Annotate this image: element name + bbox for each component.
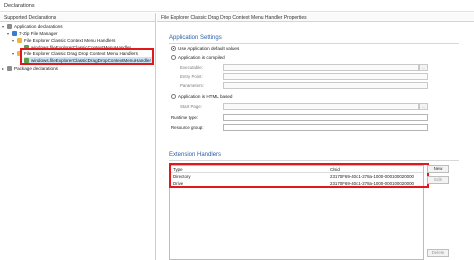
app-icon xyxy=(12,31,17,36)
tree-item-package-declarations[interactable]: ▸ Package declarations xyxy=(2,65,58,72)
new-button[interactable]: New xyxy=(427,165,449,173)
executable-field[interactable] xyxy=(223,64,419,71)
radio-icon xyxy=(171,55,176,60)
properties-pane: File Explorer Classic Drag Drop Context … xyxy=(157,13,474,260)
runtime-type-label: Runtime type: xyxy=(171,115,199,120)
start-page-browse-button[interactable]: ... xyxy=(419,103,428,110)
tree-pane-header: Supported Declarations xyxy=(0,13,155,22)
app-html-radio[interactable]: Application is HTML based xyxy=(171,94,232,100)
radio-icon xyxy=(171,94,176,99)
tree-pane-title: Supported Declarations xyxy=(4,15,57,21)
extension-handlers-divider xyxy=(169,160,459,161)
browse-button[interactable]: ... xyxy=(419,64,428,71)
extension-handlers-title: Extension Handlers xyxy=(169,152,222,158)
annotation-highlight-table xyxy=(169,163,429,188)
use-default-radio[interactable]: Use Application default values xyxy=(171,46,239,52)
entry-point-label: Entry Point: xyxy=(180,74,203,79)
parameters-label: Parameters: xyxy=(180,83,204,88)
properties-pane-title: File Explorer Classic Drag Drop Context … xyxy=(161,15,307,21)
entry-point-field[interactable] xyxy=(223,73,428,80)
tree-item-context-menu-handlers[interactable]: ▾ File Explorer Classic Context Menu Hand… xyxy=(12,37,115,44)
runtime-type-field[interactable] xyxy=(223,114,428,121)
executable-label: Executable: xyxy=(180,65,203,70)
declarations-tree-pane: Supported Declarations ▾ Application decl… xyxy=(0,13,156,260)
properties-pane-header: File Explorer Classic Drag Drop Context … xyxy=(157,13,474,22)
parameters-field[interactable] xyxy=(223,82,428,89)
folder-icon xyxy=(7,24,12,29)
annotation-highlight-tree xyxy=(20,48,154,65)
window-title: Declarations xyxy=(4,3,35,9)
resource-group-field[interactable] xyxy=(223,124,428,131)
app-settings-divider xyxy=(169,43,459,44)
resource-group-label: Resource group: xyxy=(171,125,204,130)
delete-button[interactable]: Delete xyxy=(427,249,449,257)
tree-item-7zip[interactable]: ▾ 7-Zip File Manager xyxy=(7,30,58,37)
start-page-label: Start Page: xyxy=(180,104,202,109)
folder-icon xyxy=(7,66,12,71)
start-page-field[interactable] xyxy=(223,103,419,110)
tree-item-application-declarations[interactable]: ▾ Application declarations xyxy=(2,23,63,30)
edit-button[interactable]: Edit xyxy=(427,176,449,184)
folder-icon xyxy=(17,38,22,43)
app-settings-title: Application Settings xyxy=(169,35,222,41)
radio-selected-icon xyxy=(171,46,176,51)
app-compiled-radio[interactable]: Application is compiled xyxy=(171,55,225,61)
window-titlebar: Declarations xyxy=(0,0,474,12)
